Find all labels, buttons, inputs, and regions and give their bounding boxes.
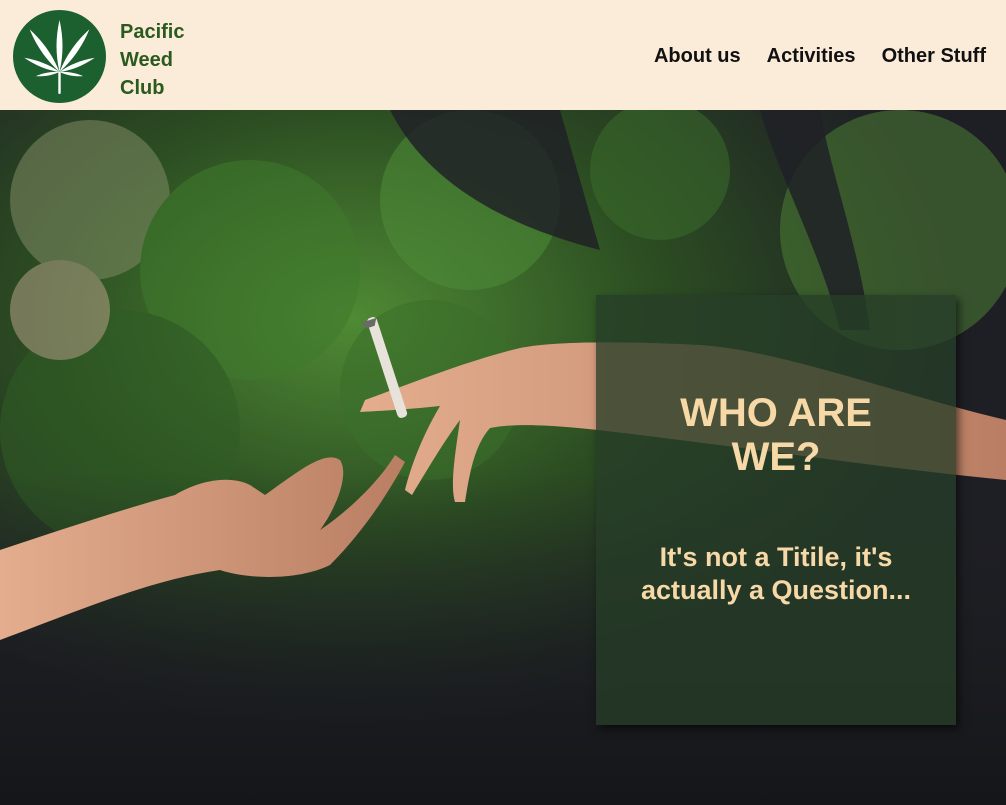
cannabis-leaf-icon: [24, 20, 95, 94]
nav-about-us[interactable]: About us: [654, 45, 741, 68]
site-header: Pacific Weed Club About us Activities Ot…: [0, 0, 1006, 110]
hero-subtitle: It's not a Titile, it's actually a Quest…: [640, 542, 912, 605]
logo[interactable]: [13, 10, 106, 103]
main-nav: About us Activities Other Stuff: [654, 45, 986, 68]
hero-section: WHO ARE WE? It's not a Titile, it's actu…: [0, 110, 1006, 805]
nav-other-stuff[interactable]: Other Stuff: [882, 45, 986, 68]
brand-line-2: Weed: [120, 49, 173, 71]
brand-line-3: Club: [120, 77, 165, 99]
nav-activities[interactable]: Activities: [767, 45, 856, 68]
brand-name[interactable]: Pacific Weed Club: [120, 18, 220, 102]
who-are-we-panel: WHO ARE WE? It's not a Titile, it's actu…: [596, 295, 956, 725]
hero-title: WHO ARE WE?: [680, 391, 872, 479]
brand-line-1: Pacific: [120, 21, 185, 43]
